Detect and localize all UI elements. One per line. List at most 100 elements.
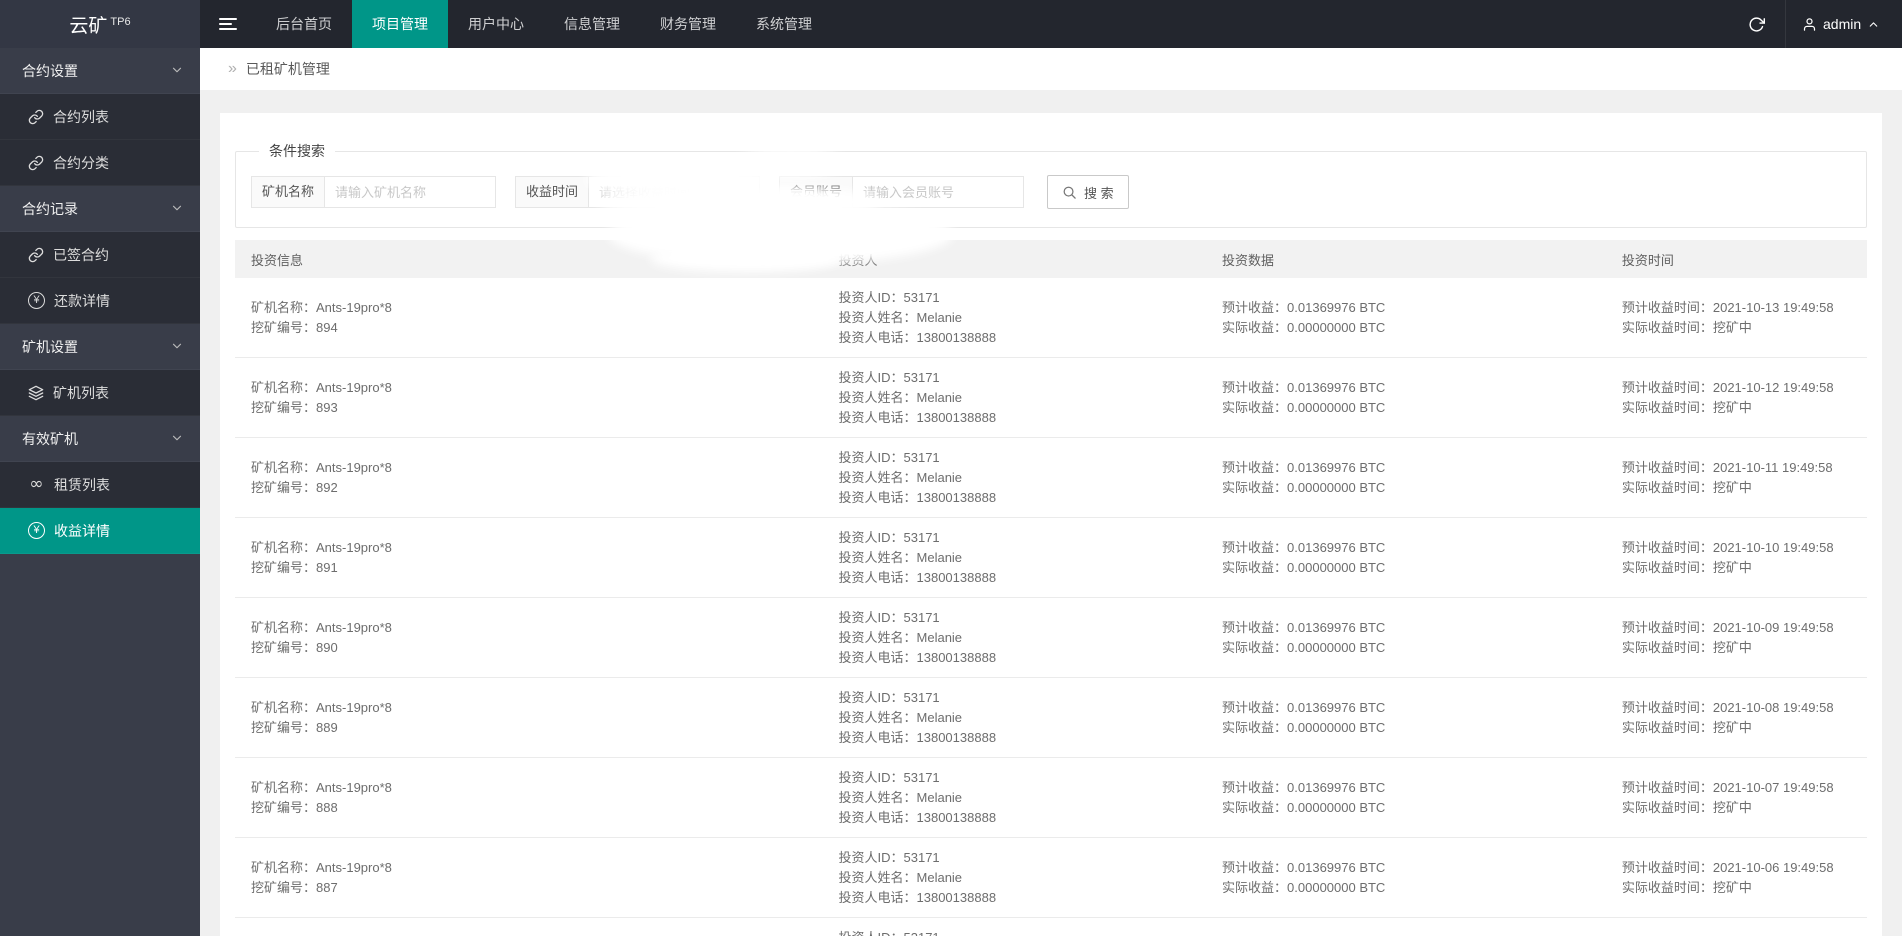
cell-line: 挖矿编号：892	[251, 479, 338, 495]
cell-line: 投资人电话：13800138888	[838, 409, 997, 425]
cell-line: 实际收益：0.00000000 BTC	[1222, 719, 1386, 735]
topnav-tab-2[interactable]: 项目管理	[352, 0, 448, 48]
table-cell-time: 预计收益时间：2021-10-06 19:49:58 实际收益时间：挖矿中	[1606, 838, 1867, 917]
person-icon	[1803, 17, 1816, 31]
table-cell-investor: 投资人ID：53171 投资人姓名：Melanie 投资人电话：1380013888…	[823, 278, 1207, 357]
cell-line: 投资人ID：53171	[838, 609, 940, 625]
sidebar-item-5[interactable]: 已签合约	[0, 232, 200, 278]
table-row: 矿机名称：Ants-19pro*8 挖矿编号：890 投资人ID：53171 投资人姓…	[235, 598, 1867, 678]
cell-line: 实际收益时间：挖矿中	[1621, 319, 1752, 335]
cell-line: 预计收益时间：2021-10-08 19:49:58	[1621, 699, 1834, 715]
machine-name-input[interactable]	[324, 176, 497, 208]
sidebar-item-10[interactable]: ∞ 租赁列表	[0, 462, 200, 508]
table-row: 矿机名称：Ants-19pro*8 挖矿编号：888 投资人ID：53171 投资人姓…	[235, 758, 1867, 838]
table-cell-data: 预计收益：0.01369976 BTC 实际收益：0.00000000 BTC	[1206, 358, 1606, 437]
cell-line: 挖矿编号：893	[251, 399, 338, 415]
cell-line: 实际收益：0.00000000 BTC	[1222, 879, 1386, 895]
cell-line: 投资人姓名：Melanie	[838, 629, 963, 645]
search-panel: 条件搜索 矿机名称 收益时间 会员账号	[235, 141, 1867, 228]
search-icon	[1063, 186, 1076, 199]
cell-line: 挖矿编号：890	[251, 639, 338, 655]
rmb-icon: ¥	[28, 292, 45, 309]
cell-line: 实际收益：0.00000000 BTC	[1222, 799, 1386, 815]
cell-line: 投资人电话：13800138888	[838, 809, 997, 825]
table-cell-time: 预计收益时间：2021-10-13 19:49:58 实际收益时间：挖矿中	[1606, 278, 1867, 357]
table-header: 投资信息 投资人 投资数据 投资时间	[235, 240, 1867, 278]
sidebar-item-8[interactable]: 矿机列表	[0, 370, 200, 416]
search-group-member-account: 会员账号	[779, 176, 1025, 208]
page-title: 已租矿机管理	[245, 61, 330, 77]
topnav-tab-1[interactable]: 后台首页	[256, 0, 352, 48]
cell-line: 投资人ID：53171	[838, 849, 940, 865]
cell-line: 预计收益时间：2021-10-13 19:49:58	[1621, 299, 1834, 315]
cell-line: 挖矿编号：888	[251, 799, 338, 815]
sidebar-group-4[interactable]: 合约记录	[0, 186, 200, 232]
chevron-down-icon	[170, 63, 184, 80]
table-cell-info: 矿机名称：Ants-19pro*8	[235, 918, 823, 936]
cell-line: 投资人电话：13800138888	[838, 489, 997, 505]
cell-line: 投资人姓名：Melanie	[838, 869, 963, 885]
cell-line: 实际收益时间：挖矿中	[1621, 559, 1752, 575]
cell-line: 投资人ID：53171	[838, 769, 940, 785]
search-button[interactable]: 搜 索	[1047, 175, 1129, 209]
brand-name: 云矿	[69, 15, 108, 37]
search-button-label: 搜 索	[1084, 185, 1114, 201]
sidebar-label: 合约记录	[22, 200, 78, 217]
cell-line: 矿机名称：Ants-19pro*8	[251, 299, 392, 315]
table-cell-investor: 投资人ID：53171 投资人姓名：Melanie 投资人电话：1380013888…	[823, 678, 1207, 757]
table-cell-time: 预计收益时间：2021-10-05 19:49:58	[1606, 918, 1867, 936]
chevron-up-icon	[1869, 21, 1878, 27]
table-cell-time: 预计收益时间：2021-10-10 19:49:58 实际收益时间：挖矿中	[1606, 518, 1867, 597]
table-row: 矿机名称：Ants-19pro*8 挖矿编号：892 投资人ID：53171 投资人姓…	[235, 438, 1867, 518]
search-group-income-time: 收益时间	[515, 176, 761, 208]
cell-line: 投资人ID：53171	[838, 529, 940, 545]
table-row: 矿机名称：Ants-19pro*8 挖矿编号：894 投资人ID：53171 投资人姓…	[235, 278, 1867, 358]
user-menu[interactable]: admin	[1785, 0, 1902, 48]
member-account-input[interactable]	[852, 176, 1025, 208]
topnav-tabs: 后台首页 项目管理 用户中心 信息管理 财务管理 系统管理	[256, 0, 832, 48]
table-cell-info: 矿机名称：Ants-19pro*8 挖矿编号：893	[235, 358, 823, 437]
cell-line: 实际收益：0.00000000 BTC	[1222, 319, 1386, 335]
income-time-input[interactable]	[588, 176, 761, 208]
app-root: 云矿 TP6 后台首页 项目管理 用户中心 信息管理 财务管理 系统管理 admin 合约设…	[0, 0, 1902, 936]
link-icon	[28, 155, 44, 171]
topnav-tab-5[interactable]: 财务管理	[640, 0, 736, 48]
topnav-tab-3[interactable]: 用户中心	[448, 0, 544, 48]
table-row: 矿机名称：Ants-19pro*8 挖矿编号：887 投资人ID：53171 投资人姓…	[235, 838, 1867, 918]
table-body: 矿机名称：Ants-19pro*8 挖矿编号：894 投资人ID：53171 投资人姓…	[235, 278, 1867, 936]
income-time-label: 收益时间	[515, 176, 589, 208]
cell-line: 投资人姓名：Melanie	[838, 389, 963, 405]
sidebar-item-11[interactable]: ¥ 收益详情	[0, 508, 200, 554]
sidebar-label: 有效矿机	[22, 430, 78, 447]
username-label: admin	[1823, 16, 1862, 32]
topnav-tab-4[interactable]: 信息管理	[544, 0, 640, 48]
table-cell-time: 预计收益时间：2021-10-12 19:49:58 实际收益时间：挖矿中	[1606, 358, 1867, 437]
sidebar-group-7[interactable]: 矿机设置	[0, 324, 200, 370]
link-icon	[28, 109, 44, 125]
table-cell-time: 预计收益时间：2021-10-07 19:49:58 实际收益时间：挖矿中	[1606, 758, 1867, 837]
menu-toggle-icon[interactable]	[200, 0, 256, 48]
cell-line: 投资人电话：13800138888	[838, 569, 997, 585]
table-cell-investor: 投资人ID：53171 投资人姓名：Melanie 投资人电话：1380013888…	[823, 838, 1207, 917]
member-account-label: 会员账号	[779, 176, 853, 208]
refresh-icon[interactable]	[1727, 0, 1785, 48]
cell-line: 挖矿编号：894	[251, 319, 338, 335]
cell-line: 预计收益时间：2021-10-09 19:49:58	[1621, 619, 1834, 635]
cell-line: 预计收益时间：2021-10-07 19:49:58	[1621, 779, 1834, 795]
sidebar-item-6[interactable]: ¥ 还款详情	[0, 278, 200, 324]
sidebar-item-2[interactable]: 合约列表	[0, 94, 200, 140]
sidebar-group-9[interactable]: 有效矿机	[0, 416, 200, 462]
sidebar: 合约设置 合约列表 合约分类合约记录已签合约 ¥ 还款详情 矿机设置 矿机列表有效矿机 ∞ 租赁…	[0, 48, 200, 936]
cell-line: 投资人姓名：Melanie	[838, 549, 963, 565]
sidebar-group-1[interactable]: 合约设置	[0, 48, 200, 94]
rmb-icon: ¥	[28, 522, 45, 539]
table-cell-investor: 投资人ID：53171 投资人姓名：Melanie 投资人电话：1380013888…	[823, 518, 1207, 597]
cell-line: 投资人ID：53171	[838, 449, 940, 465]
table-cell-time: 预计收益时间：2021-10-11 19:49:58 实际收益时间：挖矿中	[1606, 438, 1867, 517]
topnav-tab-6[interactable]: 系统管理	[736, 0, 832, 48]
sidebar-label: 收益详情	[54, 522, 110, 539]
table-row: 矿机名称：Ants-19pro*8 投资人ID：53171预计收益：0.01369…	[235, 918, 1867, 936]
sidebar-item-3[interactable]: 合约分类	[0, 140, 200, 186]
layers-icon	[28, 385, 44, 401]
cell-line: 预计收益：0.01369976 BTC	[1222, 699, 1386, 715]
